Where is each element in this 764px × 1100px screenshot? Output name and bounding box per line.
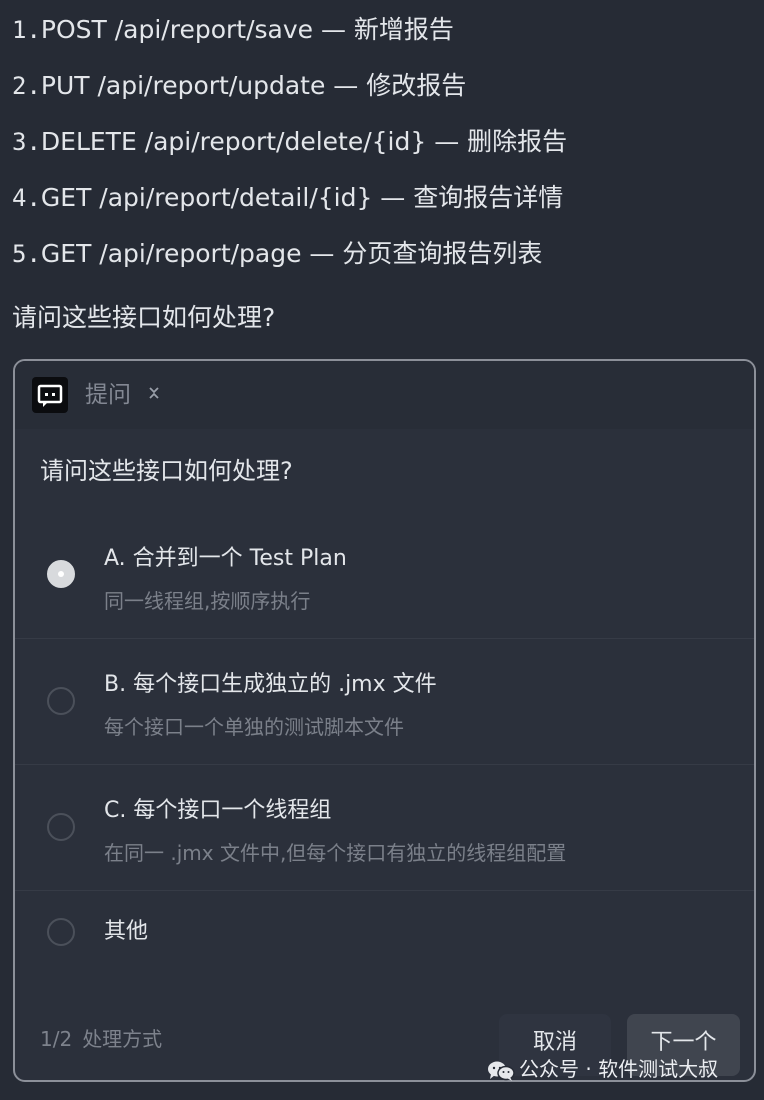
option-a[interactable]: A. 合并到一个 Test Plan 同一线程组,按顺序执行 — [15, 513, 754, 639]
endpoint-text: DELETE /api/report/delete/{id} — 删除报告 — [40, 127, 568, 156]
endpoint-text: GET /api/report/detail/{id} — 查询报告详情 — [40, 183, 564, 212]
dialog-question: 请问这些接口如何处理? — [40, 457, 293, 485]
page-indicator: 1/2 — [40, 1027, 73, 1051]
endpoint-number: 4. — [12, 184, 41, 212]
watermark: 公众号 · 软件测试大叔 — [487, 1054, 718, 1084]
endpoint-number: 3. — [12, 128, 41, 156]
option-list: A. 合并到一个 Test Plan 同一线程组,按顺序执行 B. 每个接口生成… — [15, 513, 754, 1016]
option-b[interactable]: B. 每个接口生成独立的 .jmx 文件 每个接口一个单独的测试脚本文件 — [15, 639, 754, 765]
pager-label: 处理方式 — [82, 1027, 163, 1051]
radio-button[interactable] — [47, 813, 75, 841]
option-title: B. 每个接口生成独立的 .jmx 文件 — [104, 672, 437, 697]
radio-button[interactable] — [47, 560, 75, 588]
option-description: 同一线程组,按顺序执行 — [104, 589, 311, 613]
dialog-header: 提问 — [15, 361, 754, 429]
pager: 1/2 处理方式 — [40, 1024, 162, 1054]
radio-button[interactable] — [47, 687, 75, 715]
option-title: 其他 — [104, 919, 149, 944]
question-dialog: 提问 请问这些接口如何处理? A. 合并到一个 Test Plan 同一线程组,… — [13, 359, 756, 1082]
endpoint-text: POST /api/report/save — 新增报告 — [40, 15, 454, 44]
option-description: 在同一 .jmx 文件中,但每个接口有独立的线程组配置 — [104, 841, 567, 865]
endpoint-text: GET /api/report/page — 分页查询报告列表 — [40, 239, 543, 268]
endpoint-number: 1. — [12, 16, 41, 44]
message-question: 请问这些接口如何处理? — [12, 303, 276, 332]
endpoint-text: PUT /api/report/update — 修改报告 — [40, 71, 467, 100]
radio-button[interactable] — [47, 918, 75, 946]
endpoint-item: 2.PUT /api/report/update — 修改报告 — [12, 66, 567, 122]
wechat-icon — [487, 1060, 515, 1082]
option-c[interactable]: C. 每个接口一个线程组 在同一 .jmx 文件中,但每个接口有独立的线程组配置 — [15, 765, 754, 891]
option-title: C. 每个接口一个线程组 — [104, 798, 332, 823]
endpoint-number: 5. — [12, 240, 41, 268]
chat-bubble-icon — [32, 377, 68, 413]
endpoint-item: 1.POST /api/report/save — 新增报告 — [12, 10, 567, 66]
endpoint-list: 1.POST /api/report/save — 新增报告 2.PUT /ap… — [12, 10, 567, 290]
option-description: 每个接口一个单独的测试脚本文件 — [104, 715, 404, 739]
option-title: A. 合并到一个 Test Plan — [104, 546, 347, 571]
endpoint-item: 5.GET /api/report/page — 分页查询报告列表 — [12, 234, 567, 290]
collapse-chevron-icon[interactable] — [146, 383, 162, 407]
dialog-title: 提问 — [85, 382, 131, 408]
endpoint-item: 3.DELETE /api/report/delete/{id} — 删除报告 — [12, 122, 567, 178]
watermark-text: 公众号 · 软件测试大叔 — [519, 1057, 719, 1081]
endpoint-number: 2. — [12, 72, 41, 100]
endpoint-item: 4.GET /api/report/detail/{id} — 查询报告详情 — [12, 178, 567, 234]
